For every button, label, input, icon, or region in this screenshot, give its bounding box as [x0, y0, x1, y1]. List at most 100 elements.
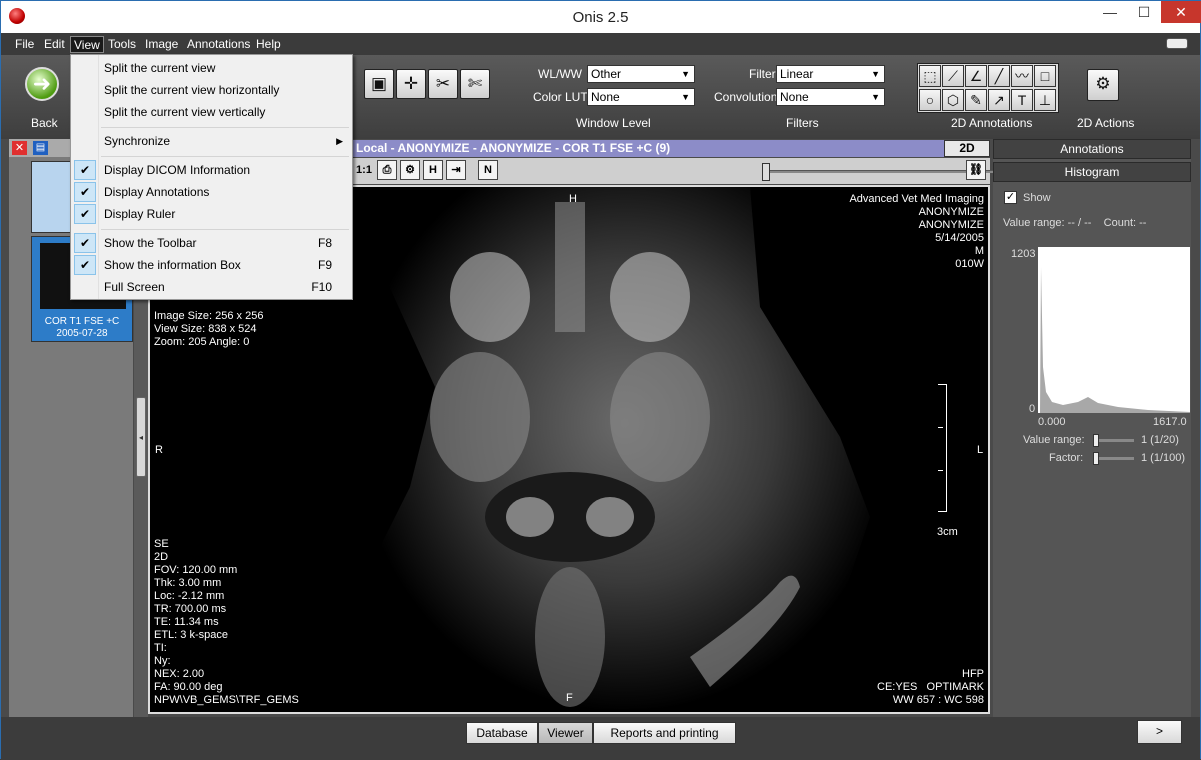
export-icon[interactable]: ⇥ [446, 160, 466, 180]
ruler-label: 3cm [937, 526, 958, 538]
rectangle-icon[interactable]: □ [1034, 65, 1056, 87]
value-range-slider[interactable] [1093, 434, 1134, 447]
show-label: Show [1023, 192, 1051, 204]
checkmark-icon: ✔ [74, 182, 96, 202]
ellipse-icon[interactable]: ○ [919, 89, 941, 111]
collapse-handle[interactable]: ◂ [136, 397, 146, 477]
actions-section: 2D Actions [1077, 116, 1135, 130]
series-name: COR T1 FSE +C [44, 316, 120, 327]
minimize-button[interactable]: — [1093, 1, 1127, 23]
scale-ruler [938, 384, 947, 512]
value-range-info: Value range: -- / -- Count: -- [1003, 217, 1147, 229]
wlww-value: Other [591, 67, 622, 81]
patient-info-overlay: Advanced Vet Med Imaging ANONYMIZE ANONY… [849, 193, 984, 270]
menu-annotations[interactable]: Annotations [184, 36, 253, 53]
menu-item-dicom-info[interactable]: ✔ Display DICOM Information [71, 159, 352, 181]
line-icon[interactable]: ╱ [988, 65, 1010, 87]
polygon-icon[interactable]: ⬡ [942, 89, 964, 111]
study-info-overlay: HFP CE:YES OPTIMARK WW 657 : WC 598 [877, 668, 984, 706]
wlww-label: WL/WW [538, 67, 582, 81]
menu-help[interactable]: Help [253, 36, 284, 53]
histogram-tab[interactable]: Histogram [993, 162, 1191, 182]
menu-item-annotations[interactable]: ✔ Display Annotations [71, 181, 352, 203]
header-icon[interactable]: H [423, 160, 443, 180]
menu-bar: File Edit View Tools Image Annotations H… [1, 33, 1200, 55]
menu-tools[interactable]: Tools [105, 36, 139, 53]
next-button[interactable]: > [1137, 720, 1182, 744]
menu-item-split-view[interactable]: Split the current view [71, 57, 352, 79]
filters-section: Filters [786, 116, 819, 130]
window-title: Onis 2.5 [572, 9, 629, 26]
angle-icon[interactable]: ∠ [965, 65, 987, 87]
cobb-angle-icon[interactable]: ⊥ [1034, 89, 1056, 111]
checkmark-icon: ✔ [74, 255, 96, 275]
annotation-tools-group: ⬚ ⟋ ∠ ╱ 〰 □ ○ ⬡ ✎ ↗ T ⊥ [917, 63, 1059, 113]
value-range-value: 1 (1/20) [1141, 434, 1179, 446]
close-series-icon[interactable]: ✕ [12, 141, 27, 155]
title-bar: Onis 2.5 — ☐ ✕ [1, 1, 1201, 33]
frame-slider-knob[interactable] [762, 163, 770, 181]
ruler-icon[interactable]: ⟋ [942, 65, 964, 87]
ratio-button[interactable]: 1:1 [354, 160, 374, 180]
value-range-knob[interactable] [1093, 434, 1099, 447]
reports-tab[interactable]: Reports and printing [593, 722, 736, 744]
bottom-bar: Database Viewer Reports and printing > [1, 717, 1200, 760]
lut-select[interactable]: None ▼ [587, 88, 695, 106]
convolution-select[interactable]: None ▼ [776, 88, 885, 106]
orientation-left: R [155, 444, 163, 456]
annotations-tab[interactable]: Annotations [993, 139, 1191, 159]
scissors-icon[interactable]: ✂ [428, 69, 458, 99]
restore-toolbar-icon[interactable] [1166, 38, 1188, 49]
menu-item-info-box[interactable]: ✔ Show the information Box F9 [71, 254, 352, 276]
arrow-icon[interactable]: ↗ [988, 89, 1010, 111]
settings-icon[interactable]: ⚙ [400, 160, 420, 180]
text-icon[interactable]: T [1011, 89, 1033, 111]
rectangle-select-icon[interactable]: ⬚ [919, 65, 941, 87]
annotations-section: 2D Annotations [951, 116, 1033, 130]
new-icon[interactable]: N [478, 160, 498, 180]
maximize-button[interactable]: ☐ [1127, 1, 1161, 23]
close-button[interactable]: ✕ [1161, 1, 1201, 23]
filter-value: Linear [780, 67, 814, 81]
crosshair-icon[interactable]: ✛ [396, 69, 426, 99]
checkmark-icon: ✔ [74, 160, 96, 180]
histogram-x-start: 0.000 [1038, 416, 1066, 428]
back-arrow-icon[interactable]: ➜ [25, 67, 59, 101]
menu-item-synchronize[interactable]: Synchronize ▶ [71, 130, 352, 152]
histogram-curve [1038, 267, 1190, 413]
show-checkbox[interactable]: ✓ [1004, 191, 1017, 204]
menu-item-full-screen[interactable]: Full Screen F10 [71, 276, 352, 298]
gear-icon[interactable]: ⚙ [1087, 69, 1119, 101]
menu-edit[interactable]: Edit [41, 36, 68, 53]
series-date: 2005-07-28 [56, 328, 108, 339]
factor-slider[interactable] [1093, 452, 1134, 465]
print-icon[interactable]: ⎙ [377, 160, 397, 180]
menu-view[interactable]: View [70, 36, 104, 53]
menu-item-ruler[interactable]: ✔ Display Ruler [71, 203, 352, 225]
convolution-label: Convolution [714, 90, 778, 104]
menu-image[interactable]: Image [142, 36, 181, 53]
wlww-select[interactable]: Other ▼ [587, 65, 695, 83]
orientation-top: H [569, 193, 577, 205]
factor-knob[interactable] [1093, 452, 1099, 465]
link-icon[interactable]: ⛓ [966, 160, 986, 180]
factor-value: 1 (1/100) [1141, 452, 1186, 464]
histogram-plot [1038, 247, 1190, 413]
view-mode-2d-button[interactable]: 2D [944, 140, 990, 157]
histogram-min: 0 [1029, 403, 1036, 415]
filter-select[interactable]: Linear ▼ [776, 65, 885, 83]
database-tab[interactable]: Database [466, 722, 538, 744]
menu-item-toolbar[interactable]: ✔ Show the Toolbar F8 [71, 232, 352, 254]
scissors-copy-icon[interactable]: ✄ [460, 69, 490, 99]
freehand-icon[interactable]: ✎ [965, 89, 987, 111]
polyline-icon[interactable]: 〰 [1011, 65, 1033, 87]
back-label: Back [31, 116, 58, 130]
viewer-tab[interactable]: Viewer [538, 722, 593, 744]
menu-item-split-horizontal[interactable]: Split the current view horizontally [71, 79, 352, 101]
submenu-arrow-icon: ▶ [336, 136, 343, 146]
menu-file[interactable]: File [12, 36, 37, 53]
window-icon[interactable]: ▣ [364, 69, 394, 99]
lut-value: None [591, 90, 620, 104]
menu-item-split-vertical[interactable]: Split the current view vertically [71, 101, 352, 123]
layout-icon[interactable]: ▤ [33, 141, 48, 155]
